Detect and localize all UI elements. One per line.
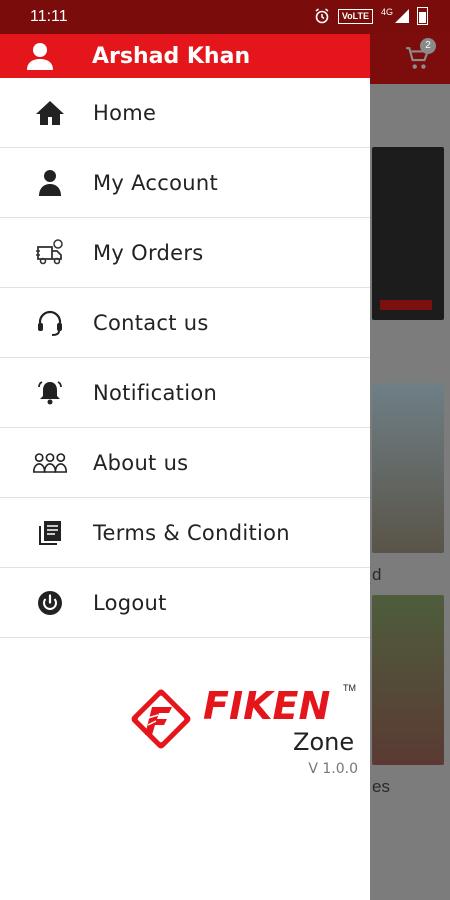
trademark-mark: TM	[343, 683, 356, 693]
user-avatar-icon	[27, 42, 77, 70]
alarm-icon	[315, 8, 329, 24]
home-icon	[32, 97, 68, 129]
menu-item-about-us[interactable]: About us	[0, 428, 370, 498]
menu-item-terms[interactable]: Terms & Condition	[0, 498, 370, 568]
orders-icon	[32, 237, 68, 269]
cart-count-badge: 2	[420, 38, 436, 54]
background-order-button[interactable]	[380, 300, 432, 310]
terms-icon	[32, 517, 68, 549]
brand-name-top: FIKEN	[203, 684, 330, 728]
group-icon	[32, 447, 68, 479]
menu-item-label: Notification	[93, 380, 218, 405]
brand-name-bottom: Zone	[293, 728, 354, 756]
status-time: 11:11	[30, 8, 68, 25]
navigation-drawer: Arshad Khan Home My Account My Orders Co…	[0, 34, 370, 900]
menu-item-label: Home	[93, 100, 157, 125]
menu-item-notification[interactable]: Notification	[0, 358, 370, 428]
bell-icon	[32, 377, 68, 409]
menu-item-home[interactable]: Home	[0, 78, 370, 148]
status-bar: 11:11 VoLTE 4G	[0, 0, 450, 34]
menu-item-label: Terms & Condition	[93, 520, 290, 545]
background-card-label: es	[372, 777, 390, 796]
status-icons: VoLTE 4G	[314, 7, 428, 25]
menu-item-my-account[interactable]: My Account	[0, 148, 370, 218]
background-product-card[interactable]	[372, 595, 444, 765]
menu-item-label: Contact us	[93, 310, 209, 335]
menu-item-label: Logout	[93, 590, 167, 615]
user-name: Arshad Khan	[92, 43, 251, 69]
power-icon	[32, 587, 68, 619]
menu-item-label: My Orders	[93, 240, 204, 265]
app-version: V 1.0.0	[308, 761, 358, 777]
menu-item-logout[interactable]: Logout	[0, 568, 370, 638]
drawer-header: Arshad Khan	[0, 34, 370, 78]
background-product-card[interactable]	[372, 383, 444, 553]
menu-item-label: My Account	[93, 170, 219, 195]
menu-item-contact-us[interactable]: Contact us	[0, 288, 370, 358]
background-product-card[interactable]	[372, 147, 444, 320]
menu-item-my-orders[interactable]: My Orders	[0, 218, 370, 288]
menu-item-label: About us	[93, 450, 189, 475]
fiken-zone-logo: FIKEN TM Zone	[131, 683, 356, 756]
signal-icon	[395, 9, 409, 23]
network-type: 4G	[380, 7, 393, 17]
volte-badge: VoLTE	[337, 8, 373, 24]
battery-icon	[417, 7, 428, 25]
headset-icon	[32, 307, 68, 339]
person-icon	[32, 167, 68, 199]
background-card-label: d	[372, 565, 382, 584]
drawer-menu: Home My Account My Orders Contact us Not…	[0, 78, 370, 638]
